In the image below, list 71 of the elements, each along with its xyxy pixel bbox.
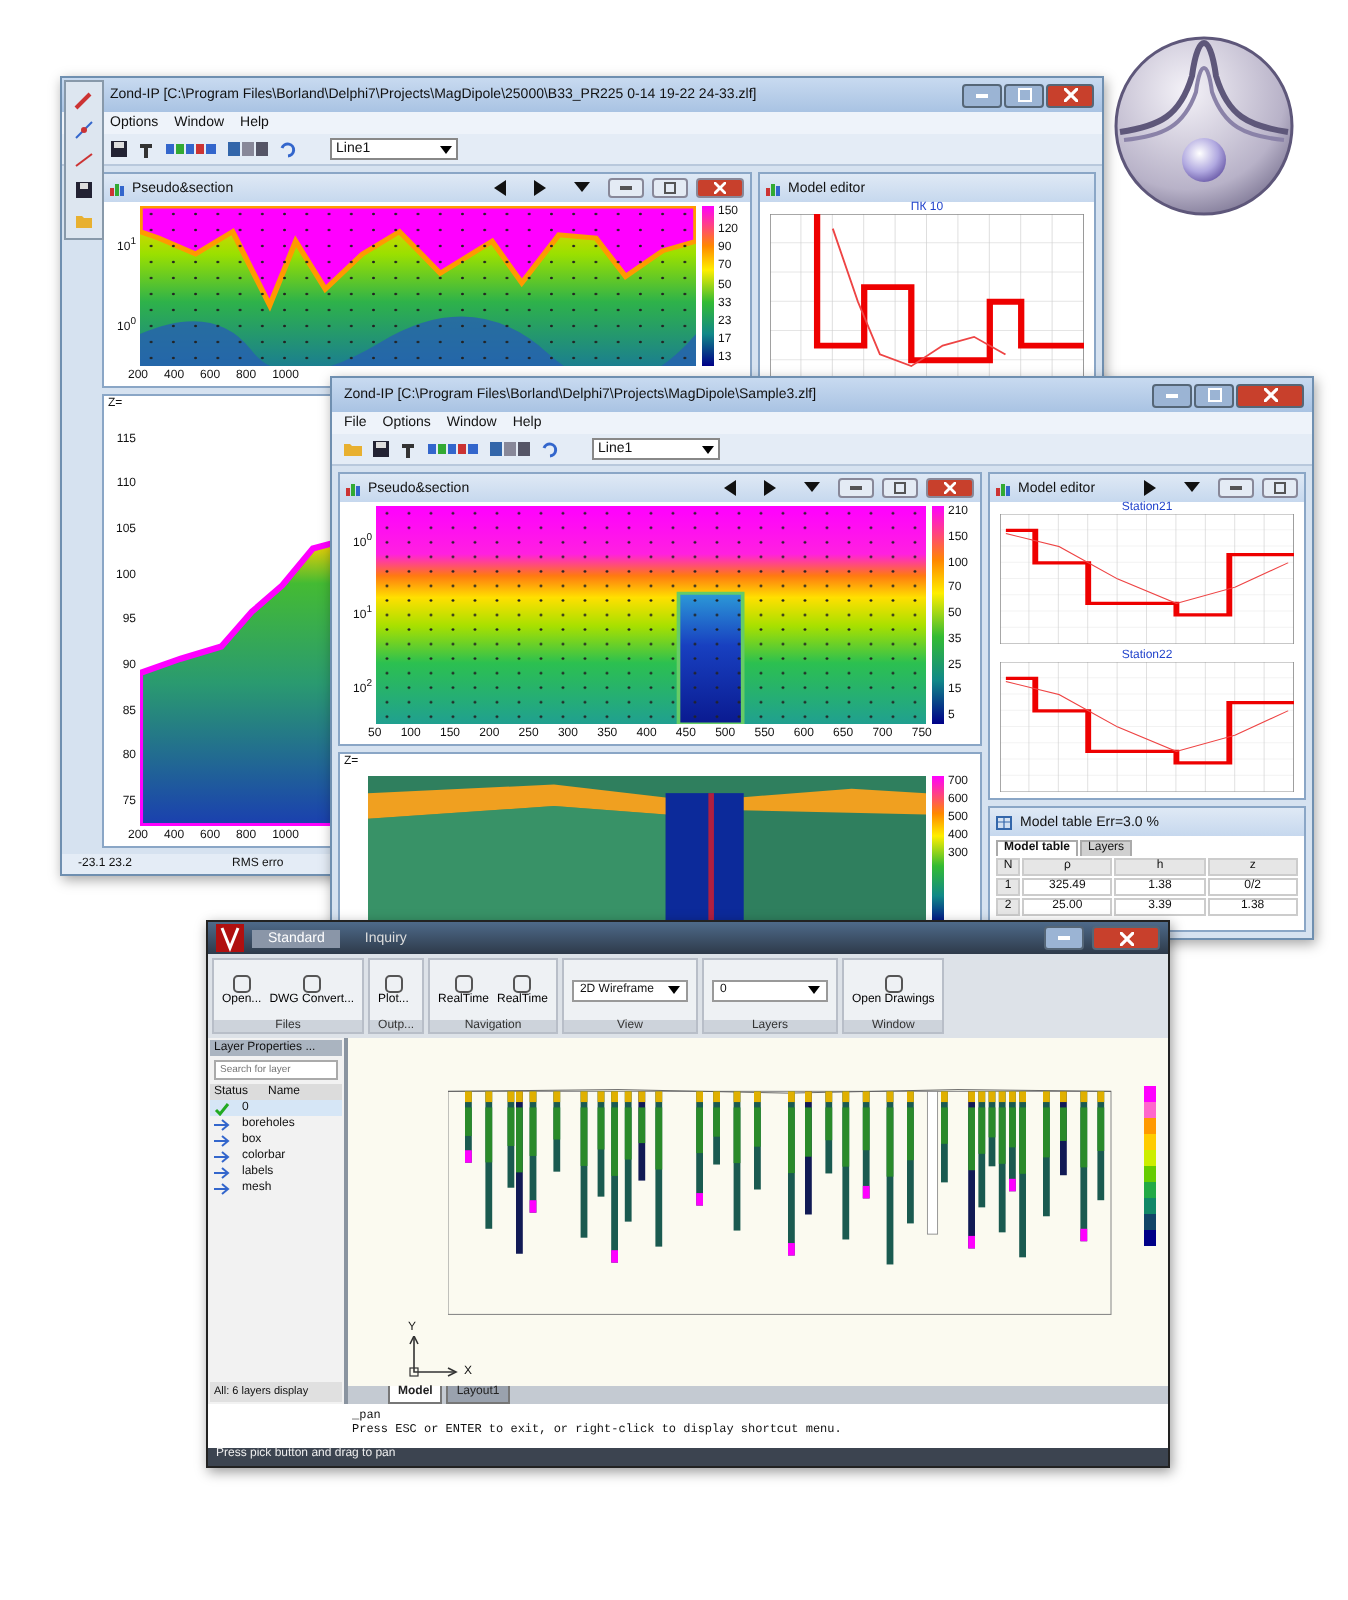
save-icon[interactable]: [74, 180, 94, 200]
save-icon[interactable]: [110, 140, 128, 158]
color-grid-icon[interactable]: [166, 140, 218, 158]
chart-icon: [346, 481, 360, 495]
dropdown-arrow-icon: [702, 445, 714, 453]
close-icon: [1063, 88, 1077, 102]
close-icon: [944, 482, 956, 494]
save-icon[interactable]: [372, 440, 390, 458]
maximize-icon: [1017, 88, 1031, 102]
maximize-button[interactable]: [882, 478, 918, 498]
maximize-button[interactable]: [652, 178, 688, 198]
dropdown-arrow-icon[interactable]: [804, 482, 820, 494]
undo-icon[interactable]: [540, 440, 558, 458]
left-arrow-icon[interactable]: [494, 180, 506, 196]
minimize-button[interactable]: [1152, 383, 1192, 407]
coordinate-axes-icon: [408, 1336, 460, 1380]
minimize-icon: [1058, 936, 1070, 940]
close-button[interactable]: [696, 178, 744, 198]
copy-icon[interactable]: [490, 440, 530, 458]
minimize-button[interactable]: [1044, 926, 1084, 950]
maximize-icon: [894, 482, 906, 494]
tool-icon: [883, 974, 904, 994]
tool-icon: [512, 974, 533, 994]
pencil-icon[interactable]: [74, 90, 94, 110]
tool-icon: [383, 974, 404, 994]
dropdown-arrow-icon[interactable]: [1184, 482, 1200, 494]
close-button[interactable]: [1236, 383, 1304, 407]
close-button[interactable]: [1092, 926, 1160, 950]
maximize-icon: [1207, 388, 1221, 402]
chart-icon: [110, 181, 124, 195]
app-logo-icon: [216, 924, 244, 952]
undo-icon[interactable]: [278, 140, 296, 158]
minimize-icon: [1230, 486, 1242, 490]
left-arrow-icon[interactable]: [724, 480, 736, 496]
close-button[interactable]: [926, 478, 974, 498]
chart-icon: [996, 481, 1010, 495]
dropdown-arrow-icon: [667, 986, 680, 994]
dropdown-arrow-icon[interactable]: [574, 182, 590, 194]
close-icon: [1263, 388, 1277, 402]
chart-icon: [766, 181, 780, 195]
tool-icon: [301, 974, 322, 994]
dropdown-arrow-icon: [440, 145, 452, 153]
minimize-icon: [1166, 393, 1178, 397]
minimize-button[interactable]: [962, 83, 1002, 107]
hammer-icon[interactable]: [138, 140, 156, 158]
maximize-icon: [1274, 482, 1286, 494]
maximize-icon: [664, 182, 676, 194]
tool-icon: [453, 974, 474, 994]
minimize-button[interactable]: [1218, 478, 1254, 498]
close-button[interactable]: [1046, 83, 1094, 107]
close-icon: [1119, 931, 1133, 945]
color-grid-icon[interactable]: [428, 440, 480, 458]
table-icon: [996, 815, 1012, 829]
line-tool-icon[interactable]: [74, 150, 94, 170]
minimize-button[interactable]: [838, 478, 874, 498]
right-arrow-icon[interactable]: [1144, 480, 1156, 496]
minimize-icon: [850, 486, 862, 490]
maximize-button[interactable]: [1004, 83, 1044, 107]
dropdown-arrow-icon: [807, 986, 820, 994]
close-icon: [714, 182, 726, 194]
minimize-button[interactable]: [608, 178, 644, 198]
line-tool-icon[interactable]: [74, 120, 94, 140]
maximize-button[interactable]: [1194, 383, 1234, 407]
copy-icon[interactable]: [228, 140, 268, 158]
hammer-icon[interactable]: [400, 440, 418, 458]
right-arrow-icon[interactable]: [534, 180, 546, 196]
maximize-button[interactable]: [1262, 478, 1298, 498]
minimize-icon: [976, 93, 988, 97]
minimize-icon: [620, 186, 632, 190]
right-arrow-icon[interactable]: [764, 480, 776, 496]
tool-icon: [231, 974, 252, 994]
